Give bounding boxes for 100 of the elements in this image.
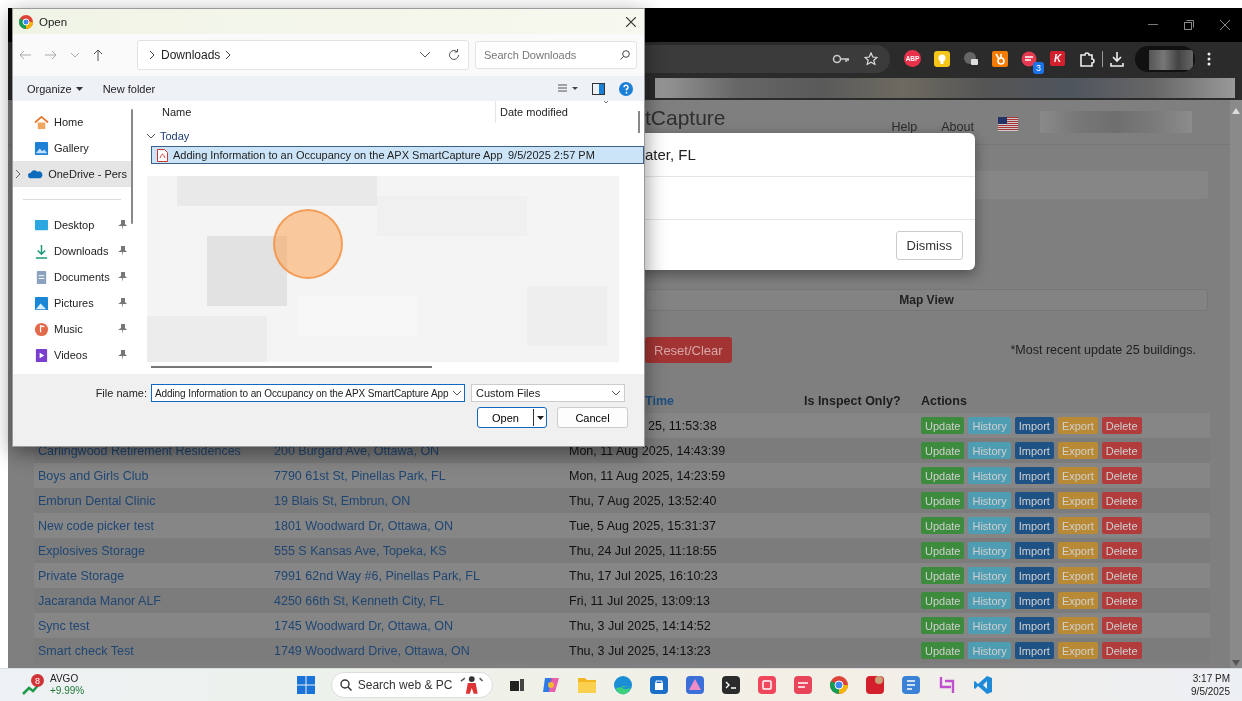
- nav-link[interactable]: About: [941, 120, 974, 134]
- preview-pane-icon[interactable]: [592, 82, 605, 95]
- table-cell[interactable]: 1749 Woodward Drive, Ottawa, ON: [274, 643, 569, 658]
- nav-item[interactable]: Videos: [13, 342, 131, 368]
- action-button[interactable]: Update: [921, 567, 965, 584]
- action-button[interactable]: History: [968, 542, 1011, 559]
- address-field[interactable]: Downloads: [137, 40, 469, 70]
- action-button[interactable]: History: [968, 517, 1011, 534]
- open-button[interactable]: Open: [477, 407, 547, 428]
- table-cell[interactable]: Boys and Girls Club: [38, 468, 274, 483]
- table-cell[interactable]: Explosives Storage: [38, 543, 274, 558]
- table-cell[interactable]: Smart check Test: [38, 643, 274, 658]
- file-name-field[interactable]: Adding Information to an Occupancy on the APX SmartCapture App: [151, 384, 465, 402]
- lightbulb-extension-icon[interactable]: [934, 50, 950, 67]
- close-icon[interactable]: [626, 16, 636, 27]
- table-cell[interactable]: 1745 Woodward Dr, Ottawa, ON: [274, 618, 569, 633]
- action-button[interactable]: Import: [1014, 592, 1054, 609]
- action-button[interactable]: History: [968, 442, 1011, 459]
- chevron-icon[interactable]: [226, 51, 232, 59]
- table-cell[interactable]: 7991 62nd Way #6, Pinellas Park, FL: [274, 568, 569, 583]
- nav-item[interactable]: Music: [13, 316, 131, 342]
- action-button[interactable]: Delete: [1101, 617, 1142, 634]
- table-cell[interactable]: 7790 61st St, Pinellas Park, FL: [274, 468, 569, 483]
- search-input[interactable]: Search Downloads: [482, 48, 616, 62]
- sprocket-extension-icon[interactable]: [992, 50, 1008, 67]
- action-button[interactable]: Export: [1057, 542, 1098, 559]
- action-button[interactable]: Export: [1057, 517, 1098, 534]
- dropdown-icon[interactable]: [612, 390, 620, 396]
- action-button[interactable]: Update: [921, 517, 965, 534]
- store-icon[interactable]: [649, 675, 669, 695]
- action-button[interactable]: History: [968, 567, 1011, 584]
- letter-extension-icon[interactable]: K: [1050, 51, 1065, 66]
- table-cell[interactable]: 555 S Kansas Ave, Topeka, KS: [274, 543, 569, 558]
- chevron-icon[interactable]: [15, 170, 22, 178]
- flag-icon[interactable]: [997, 117, 1018, 131]
- action-button[interactable]: Import: [1014, 467, 1054, 484]
- action-button[interactable]: Export: [1057, 617, 1098, 634]
- download-icon[interactable]: [1109, 50, 1125, 67]
- pin-icon[interactable]: [118, 350, 127, 360]
- table-cell[interactable]: Carlingwood Retirement Residences: [38, 443, 274, 458]
- pin-icon[interactable]: [118, 298, 127, 308]
- action-button[interactable]: History: [968, 492, 1011, 509]
- key-icon[interactable]: [832, 53, 850, 64]
- column-header[interactable]: Date modified: [495, 101, 568, 123]
- search-field[interactable]: Search Downloads: [475, 41, 637, 69]
- minimize-icon[interactable]: [1148, 24, 1158, 26]
- view-menu-icon[interactable]: [558, 84, 578, 93]
- action-button[interactable]: Update: [921, 642, 965, 659]
- nav-item[interactable]: Home: [13, 109, 131, 135]
- action-button[interactable]: Import: [1014, 617, 1054, 634]
- action-button[interactable]: Update: [921, 442, 965, 459]
- terminal-icon[interactable]: [721, 675, 741, 695]
- restore-icon[interactable]: [1184, 20, 1194, 30]
- cancel-button[interactable]: Cancel: [557, 407, 628, 428]
- pin-icon[interactable]: [118, 220, 127, 230]
- action-button[interactable]: Update: [921, 617, 965, 634]
- organize-menu[interactable]: Organize: [27, 82, 83, 95]
- close-icon[interactable]: [1220, 20, 1230, 30]
- table-cell[interactable]: New code picker test: [38, 518, 274, 533]
- scrollbar[interactable]: [1230, 100, 1242, 668]
- menu-icon[interactable]: [1207, 51, 1211, 66]
- chrome-icon[interactable]: [829, 675, 849, 695]
- action-button[interactable]: Export: [1057, 492, 1098, 509]
- action-button[interactable]: Delete: [1101, 417, 1142, 434]
- action-button[interactable]: Import: [1014, 442, 1054, 459]
- app-icon[interactable]: [793, 675, 813, 695]
- dropdown-icon[interactable]: [453, 390, 461, 396]
- action-button[interactable]: Delete: [1101, 467, 1142, 484]
- action-button[interactable]: Update: [921, 592, 965, 609]
- nav-item[interactable]: OneDrive - Pers: [13, 161, 131, 187]
- reset-button[interactable]: Reset/Clear: [645, 337, 732, 363]
- table-cell[interactable]: Sync test: [38, 618, 274, 633]
- action-button[interactable]: Export: [1057, 467, 1098, 484]
- app-icon[interactable]: [757, 675, 777, 695]
- action-button[interactable]: Delete: [1101, 642, 1142, 659]
- search-icon[interactable]: [620, 50, 630, 60]
- action-button[interactable]: Update: [921, 467, 965, 484]
- chevron-icon[interactable]: [150, 51, 155, 59]
- nav-item[interactable]: Desktop: [13, 212, 131, 238]
- file-type-select[interactable]: Custom Files: [471, 384, 625, 402]
- help-icon[interactable]: [619, 81, 633, 96]
- scroll-up-icon[interactable]: [1232, 108, 1240, 114]
- action-button[interactable]: Import: [1014, 417, 1054, 434]
- map-view-tab[interactable]: Map View: [645, 289, 1208, 311]
- action-button[interactable]: Import: [1014, 492, 1054, 509]
- nav-item[interactable]: Documents: [13, 264, 131, 290]
- action-button[interactable]: Delete: [1101, 492, 1142, 509]
- breadcrumb[interactable]: Downloads: [161, 48, 221, 62]
- start-icon[interactable]: [297, 676, 315, 694]
- action-button[interactable]: Delete: [1101, 517, 1142, 534]
- action-button[interactable]: Update: [921, 417, 965, 434]
- stock-widget[interactable]: 8: [22, 674, 44, 696]
- pin-icon[interactable]: [118, 324, 127, 334]
- copilot-icon[interactable]: [541, 675, 561, 695]
- file-row[interactable]: Adding Information to an Occupancy on the APX SmartCapture App 9/5/2025 2:57 PM: [151, 146, 644, 164]
- taskbar-search[interactable]: Search web & PC: [331, 672, 493, 698]
- tabs-extension-icon[interactable]: [963, 50, 979, 67]
- action-button[interactable]: Import: [1014, 567, 1054, 584]
- action-button[interactable]: Delete: [1101, 567, 1142, 584]
- refresh-icon[interactable]: [448, 49, 460, 61]
